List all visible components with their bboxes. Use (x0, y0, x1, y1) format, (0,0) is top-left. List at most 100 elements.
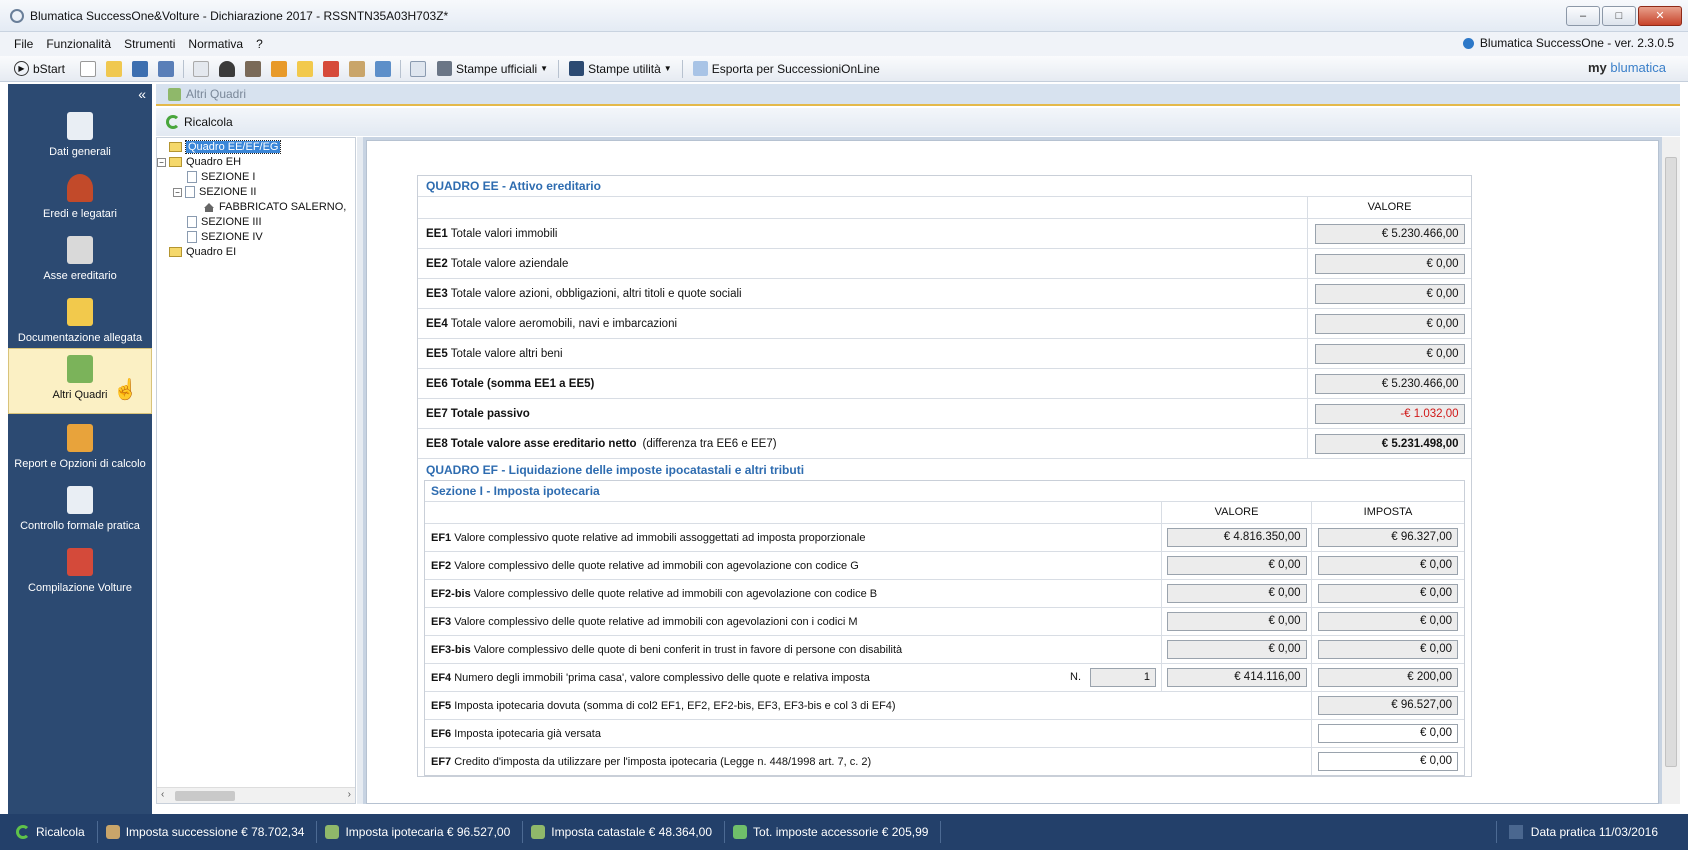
ef4-imposta-field: € 200,00 (1318, 668, 1458, 687)
collapse-node-icon[interactable]: − (157, 157, 166, 167)
bstart-button[interactable]: ▶ bStart (14, 61, 65, 76)
collapse-node-icon[interactable]: − (173, 187, 182, 197)
export-icon (692, 61, 708, 76)
copy-icon[interactable] (193, 60, 210, 77)
calendar-icon (1508, 825, 1523, 839)
title-bar: Blumatica SuccessOne&Volture - Dichiaraz… (0, 0, 1688, 32)
toolbar-separator (681, 59, 683, 78)
row-code: EE8 (426, 437, 448, 450)
menu-strumenti[interactable]: Strumenti (124, 37, 175, 51)
sidebar-item-report[interactable]: Report e Opzioni di calcolo (8, 418, 152, 484)
row-code: EF5 (431, 699, 452, 712)
sezione-i-panel: Sezione I - Imposta ipotecaria VALORE IM… (424, 480, 1465, 776)
sidebar-item-label: Compilazione Volture (28, 582, 132, 594)
tree-node-quadro-eh[interactable]: − Quadro EH (157, 154, 241, 170)
open-folder-icon[interactable] (106, 60, 123, 77)
tree-node-quadro-ei[interactable]: Quadro EI (169, 244, 236, 260)
house-money-icon (325, 825, 340, 839)
maximize-button[interactable]: □ (1602, 6, 1636, 26)
bstart-label: bStart (33, 61, 66, 76)
content-vertical-scrollbar[interactable] (1662, 137, 1680, 804)
status-ricalcola-button[interactable]: Ricalcola (16, 821, 98, 843)
menu-funzionalita[interactable]: Funzionalità (46, 37, 111, 51)
row-label: Totale valore aziendale (450, 257, 569, 270)
map-icon (67, 548, 93, 576)
printer-icon (437, 61, 453, 76)
sidebar-item-label: Report e Opzioni di calcolo (14, 458, 146, 470)
menu-normativa[interactable]: Normativa (188, 37, 243, 51)
tree-node-fabbricato[interactable]: FABBRICATO SALERNO, (203, 199, 346, 215)
sidebar-item-altri-quadri[interactable]: Altri Quadri ☝ (8, 348, 152, 414)
folder-icon[interactable] (297, 60, 314, 77)
collapse-sidebar-icon[interactable]: « (138, 86, 146, 102)
tree-node-sezione-iv[interactable]: SEZIONE IV (187, 229, 263, 245)
person-icon (67, 174, 93, 202)
start-icon: ▶ (14, 61, 29, 76)
my-blumatica-logo[interactable]: my blumatica (1588, 60, 1666, 75)
table-row-ee8: EE8 Totale valore asse ereditario netto … (418, 428, 1471, 458)
hand-cursor-icon: ☝ (113, 379, 138, 401)
ef1-valore-field: € 4.816.350,00 (1166, 528, 1307, 547)
scroll-right-icon[interactable]: › (348, 789, 351, 800)
menu-file[interactable]: File (14, 37, 33, 51)
menu-help[interactable]: ? (256, 37, 263, 51)
status-bar: Ricalcola Imposta successione € 78.702,3… (0, 814, 1688, 850)
money-icon (733, 825, 748, 839)
status-accessorie: Tot. imposte accessorie € 205,99 (725, 821, 942, 843)
table-row-ef2-bis: EF2-bis Valore complessivo delle quote r… (425, 579, 1464, 607)
ef3-valore-field: € 0,00 (1166, 612, 1307, 631)
esporta-button[interactable]: Esporta per SuccessioniOnLine (692, 61, 880, 76)
tree-horizontal-scrollbar[interactable]: ‹ › (157, 787, 355, 803)
sidebar-item-label: Documentazione allegata (17, 332, 143, 344)
row-label: Credito d'imposta da utilizzare per l'im… (454, 755, 872, 768)
tree-node-sezione-ii[interactable]: − SEZIONE II (173, 184, 256, 200)
save-all-icon[interactable] (158, 60, 175, 77)
col-imposta-header: IMPOSTA (1311, 502, 1464, 523)
scrollbar-thumb[interactable] (175, 791, 235, 801)
ef6-imposta-input[interactable]: € 0,00 (1318, 724, 1458, 743)
sidebar-item-label: Asse ereditario (43, 270, 117, 282)
tree-node-quadro-ee[interactable]: Quadro EE/EF/EG (169, 139, 282, 155)
row-label: Imposta ipotecaria già versata (454, 727, 601, 740)
map-icon[interactable] (323, 60, 340, 77)
tree-node-sezione-iii[interactable]: SEZIONE III (187, 214, 262, 230)
status-data-pratica-text: Data pratica 11/03/2016 (1530, 825, 1658, 839)
scroll-left-icon[interactable]: ‹ (161, 789, 164, 800)
new-file-icon[interactable] (80, 60, 97, 77)
row-label: Valore complessivo quote relative ad imm… (454, 531, 866, 544)
sidebar: « Dati generali Eredi e legatari Asse er… (8, 84, 152, 814)
quadro-ee-title: QUADRO EE - Attivo ereditario (426, 179, 601, 193)
row-code: EE5 (426, 347, 448, 360)
document-icon (67, 112, 93, 140)
table-row-ef5: EF5 Imposta ipotecaria dovuta (somma di … (425, 691, 1464, 719)
sidebar-item-dati-generali[interactable]: Dati generali (8, 106, 152, 172)
person-money-icon (105, 825, 120, 839)
ricalcola-button[interactable]: Ricalcola (166, 115, 233, 129)
sidebar-item-controllo[interactable]: Controllo formale pratica (8, 480, 152, 546)
person-icon[interactable] (219, 60, 236, 77)
toolbar-separator (558, 59, 560, 78)
ef7-imposta-input[interactable]: € 0,00 (1318, 752, 1458, 771)
sidebar-item-asse-ereditario[interactable]: Asse ereditario (8, 230, 152, 296)
stampe-utilita-button[interactable]: Stampe utilità ▼ (569, 61, 672, 76)
ef3-bis-valore-field: € 0,00 (1166, 640, 1307, 659)
scrollbar-thumb[interactable] (1665, 157, 1677, 767)
refresh-icon (166, 115, 180, 129)
minimize-button[interactable]: – (1566, 6, 1600, 26)
toolbar-separator (400, 59, 402, 78)
logo-my-text: my (1587, 60, 1607, 75)
house-icon[interactable] (245, 60, 262, 77)
box-icon[interactable] (271, 60, 288, 77)
preview-icon[interactable] (410, 60, 427, 77)
save-icon[interactable] (132, 60, 149, 77)
close-button[interactable]: ✕ (1638, 6, 1682, 26)
row-code: EE1 (426, 227, 448, 240)
document-check-icon[interactable] (375, 60, 392, 77)
sidebar-item-eredi[interactable]: Eredi e legatari (8, 168, 152, 234)
table-row-ee7: EE7 Totale passivo -€ 1.032,00 (418, 398, 1471, 428)
tree-node-sezione-i[interactable]: SEZIONE I (187, 169, 255, 185)
table-row-ef1: EF1 Valore complessivo quote relative ad… (425, 523, 1464, 551)
stampe-ufficiali-button[interactable]: Stampe ufficiali ▼ (437, 61, 548, 76)
sidebar-item-volture[interactable]: Compilazione Volture (8, 542, 152, 608)
scales-icon[interactable] (349, 60, 366, 77)
